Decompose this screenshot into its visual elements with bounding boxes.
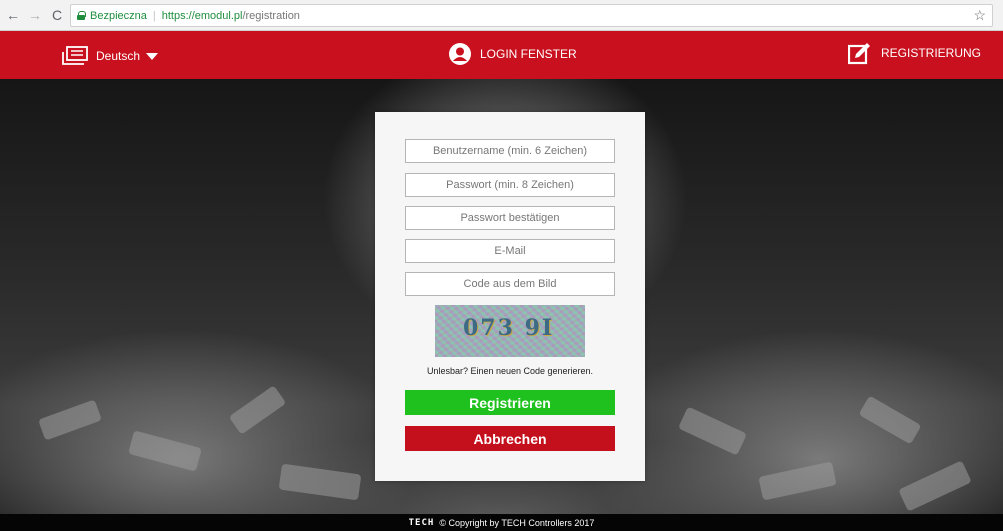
background-pellet [228, 385, 287, 435]
background-pellet [128, 430, 202, 472]
back-icon[interactable]: ← [4, 7, 22, 23]
register-button[interactable]: Registrieren [405, 390, 615, 415]
site-footer: TECH © Copyright by TECH Controllers 201… [0, 514, 1003, 531]
register-label: REGISTRIERUNG [881, 46, 982, 60]
background-pellet [898, 460, 972, 512]
background-pellet [858, 395, 922, 445]
chevron-down-icon [146, 52, 159, 60]
url-host: https://emodul.pl [161, 9, 243, 22]
email-input[interactable] [405, 239, 615, 263]
captcha-input[interactable] [405, 272, 615, 296]
user-icon [449, 43, 471, 65]
background-pellet [677, 406, 748, 456]
confirm-password-input[interactable] [405, 206, 615, 230]
tech-logo: TECH [408, 517, 435, 528]
login-link[interactable]: LOGIN FENSTER [448, 42, 577, 66]
language-label: Deutsch [96, 49, 141, 63]
forward-icon[interactable]: → [26, 7, 44, 23]
captcha-text: 073 9I [463, 315, 555, 341]
address-bar[interactable]: Bezpieczna | https://emodul.pl/registrat… [70, 4, 993, 27]
username-input[interactable] [405, 139, 615, 163]
lock-icon [77, 11, 86, 20]
url-path: /registration [242, 9, 300, 22]
background-pellet [38, 399, 102, 441]
background-pellet [758, 461, 837, 501]
bookmark-star-icon[interactable]: ☆ [973, 7, 986, 24]
cancel-button[interactable]: Abbrechen [405, 426, 615, 451]
secure-label: Bezpieczna [90, 9, 147, 22]
address-separator: | [152, 9, 156, 22]
copyright-text: © Copyright by TECH Controllers 2017 [439, 517, 595, 528]
login-label: LOGIN FENSTER [480, 47, 577, 61]
language-selector[interactable]: Deutsch [62, 46, 159, 66]
registration-form: 073 9I Unlesbar? Einen neuen Code generi… [375, 112, 645, 481]
site-header: Deutsch LOGIN FENSTER REGISTRIERUNG [0, 31, 1003, 79]
browser-toolbar: ← → C Bezpieczna | https://emodul.pl/reg… [0, 0, 1003, 31]
captcha-image: 073 9I [435, 305, 585, 357]
background-pellet [278, 463, 362, 501]
edit-icon [848, 43, 870, 65]
captcha-refresh-link[interactable]: Unlesbar? Einen neuen Code generieren. [375, 366, 645, 376]
reload-icon[interactable]: C [48, 7, 66, 23]
register-link[interactable]: REGISTRIERUNG [848, 41, 981, 65]
language-icon [62, 46, 88, 65]
password-input[interactable] [405, 173, 615, 197]
